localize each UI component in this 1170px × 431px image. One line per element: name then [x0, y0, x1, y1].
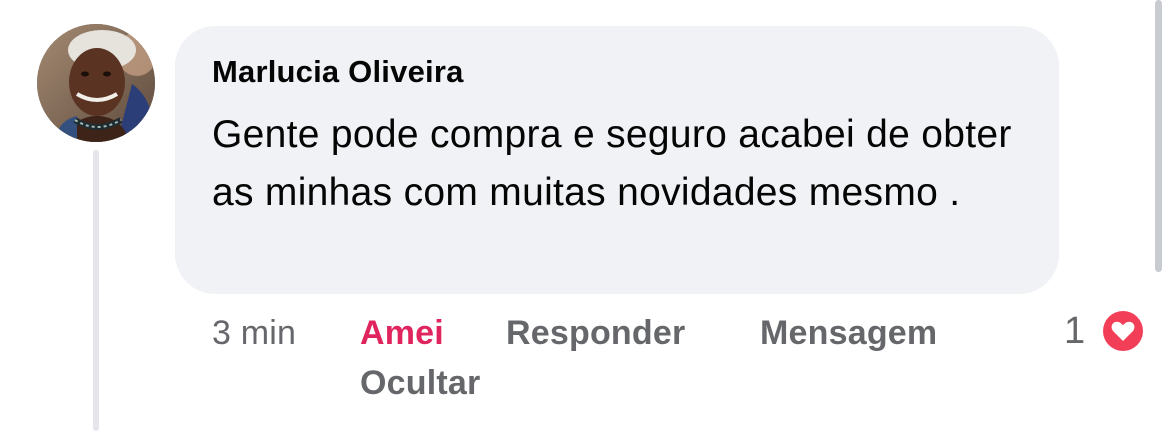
comment-author[interactable]: Marlucia Oliveira	[212, 54, 464, 90]
love-reaction-button[interactable]: Amei	[360, 314, 444, 353]
scrollbar[interactable]	[1155, 0, 1162, 272]
avatar[interactable]	[37, 24, 155, 142]
comment-text: Gente pode compra e seguro acabei de obt…	[212, 113, 1012, 214]
reply-button[interactable]: Responder	[506, 314, 685, 353]
message-button[interactable]: Mensagem	[760, 314, 937, 353]
comment-timestamp[interactable]: 3 min	[212, 314, 296, 353]
reaction-count[interactable]: 1	[1064, 310, 1085, 353]
thread-line	[93, 150, 99, 431]
heart-icon[interactable]	[1098, 306, 1148, 356]
hide-button[interactable]: Ocultar	[360, 364, 480, 403]
